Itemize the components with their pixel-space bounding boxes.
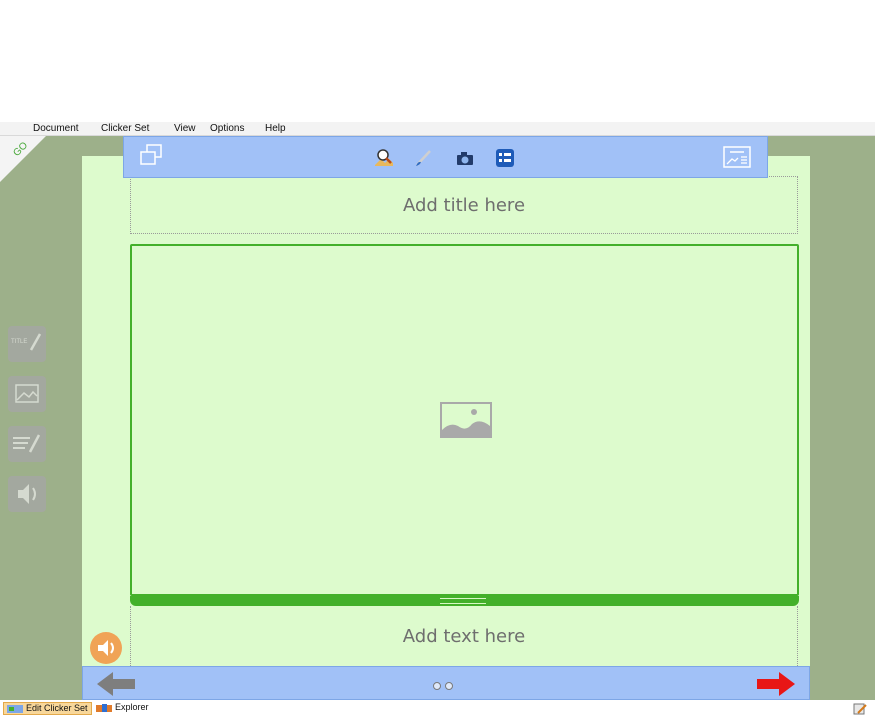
speaker-icon	[98, 640, 114, 656]
camera-icon[interactable]	[454, 149, 476, 167]
menu-document[interactable]: Document	[33, 123, 79, 135]
side-tool-sound[interactable]	[8, 476, 46, 512]
menu-bar: Document Clicker Set View Options Help	[0, 122, 875, 136]
taskbar-item-explorer[interactable]: Explorer	[93, 702, 152, 715]
menu-help[interactable]: Help	[265, 123, 286, 135]
menu-view[interactable]: View	[174, 123, 196, 135]
search-picture-icon[interactable]	[373, 147, 395, 169]
pencil-icon	[29, 333, 42, 351]
clicker-page: Add title here Add text here	[82, 156, 810, 700]
taskbar-item-label: Explorer	[115, 702, 149, 712]
splitter-grip[interactable]	[440, 598, 486, 604]
list-layout-icon[interactable]	[494, 147, 516, 169]
page-navigation-bar	[82, 666, 810, 700]
edit-toolbar	[123, 136, 768, 178]
side-tool-text[interactable]	[8, 426, 46, 462]
text-edit-icon	[13, 434, 41, 453]
side-tool-picture[interactable]	[8, 376, 46, 412]
side-tool-title[interactable]: TITLE	[8, 326, 46, 362]
duplicate-windows-icon[interactable]	[138, 143, 164, 169]
workspace: GO TITLE Add title here Add text here	[0, 136, 875, 700]
grey-left-arrow-icon[interactable]	[95, 670, 137, 698]
menu-clicker-set[interactable]: Clicker Set	[101, 123, 149, 135]
title-box[interactable]: Add title here	[130, 176, 798, 234]
image-placeholder-icon	[440, 402, 492, 438]
sound-button[interactable]	[90, 632, 122, 664]
notes-icon[interactable]	[853, 702, 867, 715]
text-box[interactable]: Add text here	[130, 606, 798, 668]
paint-brush-icon[interactable]	[413, 147, 435, 169]
red-right-arrow-icon[interactable]	[755, 670, 797, 698]
resize-splitter[interactable]	[130, 596, 799, 606]
page-dot-2[interactable]	[445, 682, 453, 690]
clicker-set-icon	[7, 705, 23, 713]
speaker-icon	[18, 484, 36, 504]
explorer-icon	[96, 704, 112, 712]
page-dot-1[interactable]	[433, 682, 441, 690]
taskbar-item-label: Edit Clicker Set	[26, 703, 88, 713]
menu-options[interactable]: Options	[210, 123, 244, 135]
slide-layout-icon[interactable]	[722, 144, 752, 170]
taskbar-item-edit-clicker-set[interactable]: Edit Clicker Set	[3, 702, 92, 715]
title-placeholder[interactable]: Add title here	[131, 195, 797, 216]
image-area[interactable]	[130, 244, 799, 596]
picture-icon	[15, 384, 39, 403]
status-bar: Edit Clicker Set Explorer	[0, 700, 875, 717]
text-placeholder[interactable]: Add text here	[131, 626, 797, 647]
